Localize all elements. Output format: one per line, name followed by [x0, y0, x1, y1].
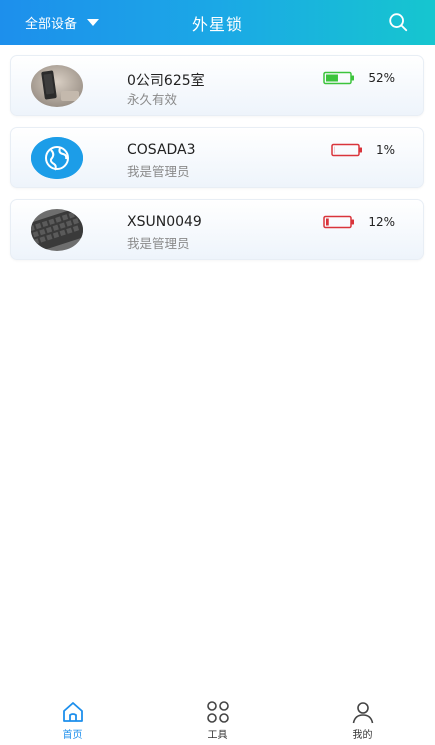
- battery-icon: [323, 215, 354, 229]
- tab-label: 我的: [352, 730, 373, 741]
- header-bar: 全部设备 外星锁: [0, 0, 435, 45]
- battery-percent: 52%: [368, 71, 395, 85]
- device-card[interactable]: XSUN0049 我是管理员 12%: [10, 199, 424, 260]
- device-status: 我是管理员: [127, 164, 190, 179]
- device-avatar-globe: [31, 137, 83, 179]
- tab-profile[interactable]: 我的: [290, 695, 435, 745]
- device-status: 我是管理员: [127, 236, 190, 251]
- search-icon[interactable]: [387, 11, 409, 33]
- battery-icon: [331, 143, 362, 157]
- tools-grid-icon: [206, 701, 229, 723]
- globe-icon: [31, 137, 83, 179]
- device-status: 永久有效: [127, 92, 178, 107]
- device-card[interactable]: 0公司625室 永久有效 52%: [10, 55, 424, 116]
- bottom-tab-bar: 首页 工具 我的: [0, 695, 435, 745]
- page-title: 外星锁: [191, 15, 243, 34]
- battery-fill: [326, 74, 338, 82]
- device-name: XSUN0049: [127, 214, 202, 230]
- tab-home[interactable]: 首页: [0, 695, 145, 745]
- tab-label: 工具: [207, 730, 228, 741]
- battery-fill: [326, 218, 329, 226]
- app-screen: 全部设备 外星锁 0公司625室 永久有效 52% COSADA3 我是管理员 …: [0, 0, 435, 745]
- device-name: COSADA3: [127, 142, 196, 158]
- device-avatar-keyboard-photo: [31, 209, 83, 251]
- user-icon: [352, 702, 373, 724]
- device-avatar-phone-photo: [31, 65, 83, 107]
- device-name: 0公司625室: [127, 73, 205, 89]
- battery-icon: [323, 71, 354, 85]
- device-card[interactable]: COSADA3 我是管理员 1%: [10, 127, 424, 188]
- battery-percent: 1%: [375, 143, 395, 157]
- home-icon: [62, 702, 83, 722]
- tab-label: 首页: [62, 730, 83, 741]
- tab-tools[interactable]: 工具: [145, 695, 290, 745]
- device-list: 0公司625室 永久有效 52% COSADA3 我是管理员 1% XSUN00…: [10, 55, 424, 271]
- battery-percent: 12%: [368, 215, 395, 229]
